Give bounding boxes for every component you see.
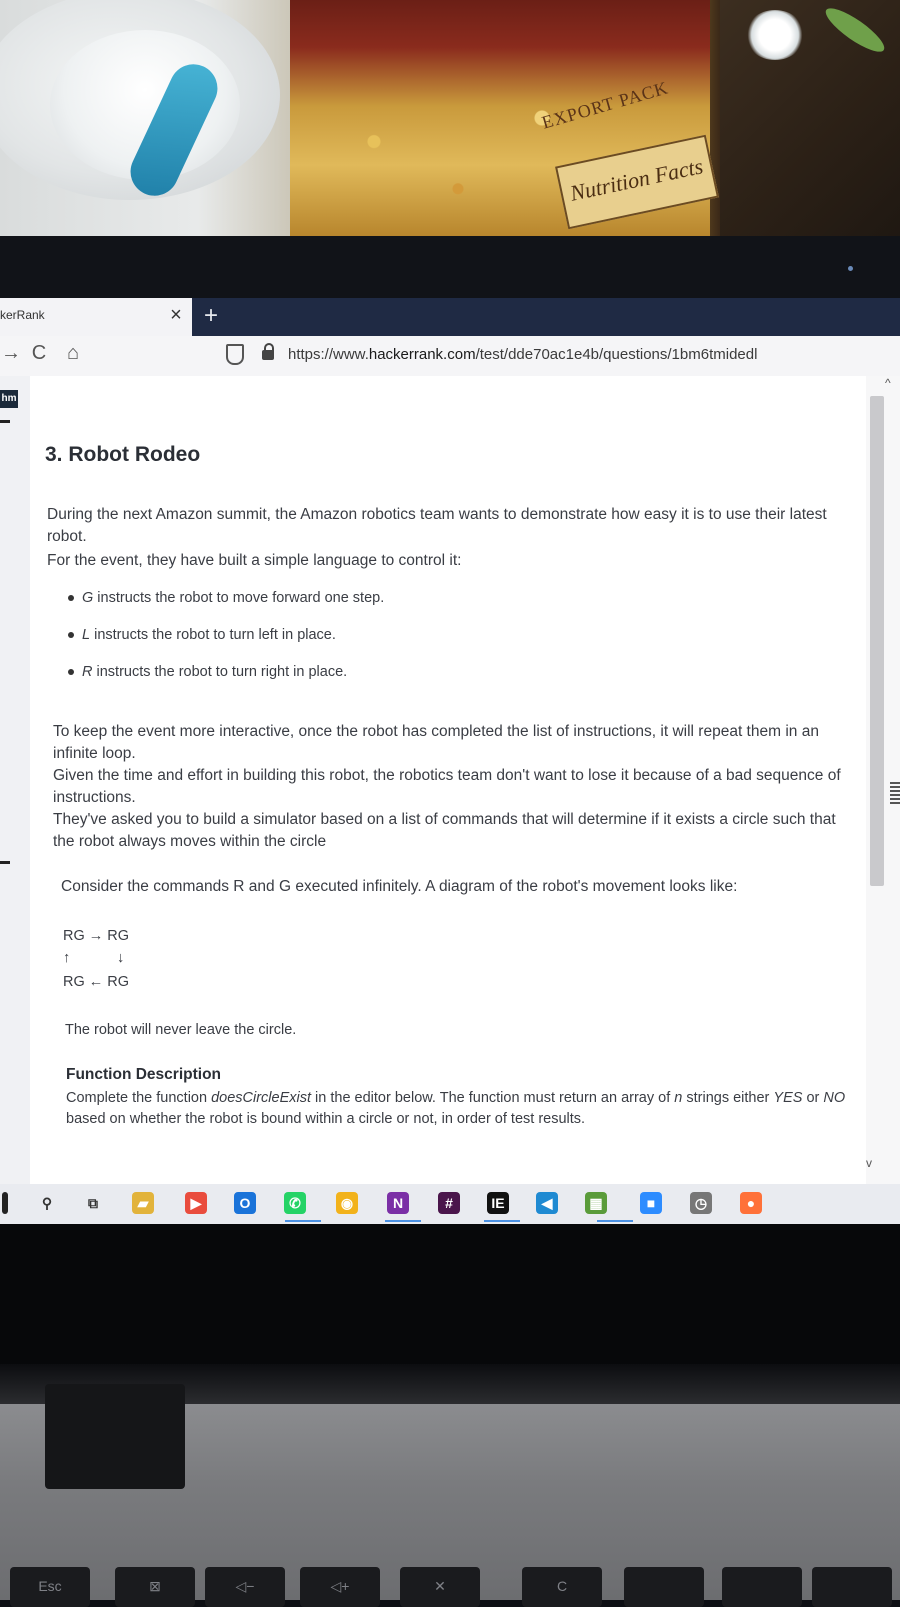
sidebar-marker	[0, 861, 10, 864]
intellij-icon[interactable]: IE	[487, 1192, 509, 1214]
keyboard-key: ◁−	[205, 1567, 285, 1607]
background-photo: EXPORT PACK Nutrition Facts	[0, 0, 900, 236]
keyboard-key: ⊠	[115, 1567, 195, 1607]
question-content: 3. Robot Rodeo During the next Amazon su…	[30, 376, 866, 1184]
diagram-up-arrow: ↑	[63, 950, 71, 966]
keyboard-key	[624, 1567, 704, 1607]
tab-hackerrank[interactable]: kerRank ×	[0, 298, 192, 336]
intro-paragraph-2: For the event, they have built a simple …	[47, 552, 462, 569]
forward-icon[interactable]: →	[0, 342, 22, 365]
loop-paragraph: To keep the event more interactive, once…	[53, 723, 819, 762]
vscode-icon[interactable]: ◀	[536, 1192, 558, 1214]
bullet-r: R instructs the robot to turn right in p…	[68, 664, 347, 680]
navigation-bar: → C ⌂ https://www.hackerrank.com/test/dd…	[0, 336, 900, 377]
windows-taskbar: ⚲ ⧉ ▰ ▶ O ✆ ◉ N # IE ◀ ▦ ■ ◷ ●	[0, 1184, 900, 1224]
scroll-down-icon[interactable]: v	[866, 1156, 872, 1170]
minecraft-icon[interactable]: ▦	[585, 1192, 607, 1214]
clock-icon[interactable]: ◷	[690, 1192, 712, 1214]
url-domain: hackerrank.com	[368, 346, 476, 363]
tracking-protection-icon[interactable]	[226, 344, 244, 365]
example-line: Consider the commands R and G executed i…	[61, 878, 738, 895]
zoom-icon[interactable]: ■	[640, 1192, 662, 1214]
keyboard-key	[812, 1567, 892, 1607]
outlook-icon[interactable]: O	[234, 1192, 256, 1214]
function-description-heading: Function Description	[66, 1066, 221, 1083]
start-icon[interactable]	[2, 1192, 8, 1214]
task-view-icon[interactable]: ⧉	[82, 1192, 104, 1214]
url-prefix: https://www.	[288, 346, 369, 363]
media-player-icon[interactable]: ▶	[185, 1192, 207, 1214]
keyboard-key: C	[522, 1567, 602, 1607]
question-title: 3. Robot Rodeo	[45, 443, 201, 466]
monitor-bezel-top	[0, 236, 900, 298]
close-tab-icon[interactable]: ×	[166, 304, 186, 327]
search-icon[interactable]: ⚲	[36, 1192, 58, 1214]
left-sidebar: hm	[0, 376, 31, 1184]
conclusion-text: The robot will never leave the circle.	[65, 1022, 297, 1038]
whatsapp-icon[interactable]: ✆	[284, 1192, 306, 1214]
webcam-indicator	[848, 266, 853, 271]
bullet-l: L instructs the robot to turn left in pl…	[68, 627, 336, 643]
reload-icon[interactable]: C	[28, 342, 50, 365]
lock-icon[interactable]	[262, 343, 274, 360]
sidebar-marker	[0, 420, 10, 423]
scrollbar-thumb[interactable]	[870, 396, 884, 886]
running-app-indicator	[285, 1220, 321, 1222]
slack-icon[interactable]: #	[438, 1192, 460, 1214]
url-path: /test/dde70ac1e4b/questions/1bm6tmidedl	[475, 346, 758, 363]
page-viewport: hm 3. Robot Rodeo During the next Amazon…	[0, 376, 900, 1184]
keyboard-key	[722, 1567, 802, 1607]
diagram-row-1: RG → RG	[63, 928, 130, 944]
keyboard-key: ✕	[400, 1567, 480, 1607]
hackerrank-logo[interactable]: hm	[0, 390, 18, 408]
running-app-indicator	[484, 1220, 520, 1222]
firefox-icon[interactable]: ●	[740, 1192, 762, 1214]
chrome-icon[interactable]: ◉	[336, 1192, 358, 1214]
diagram-down-arrow: ↓	[117, 950, 125, 966]
monitor-bezel-bottom	[0, 1224, 900, 1364]
running-app-indicator	[385, 1220, 421, 1222]
keyboard-key: Esc	[10, 1567, 90, 1607]
flower	[745, 10, 805, 60]
running-app-indicator	[597, 1220, 633, 1222]
intro-paragraph: During the next Amazon summit, the Amazo…	[47, 506, 827, 545]
scroll-up-icon[interactable]: ^	[885, 376, 891, 390]
bullet-g: G instructs the robot to move forward on…	[68, 590, 384, 606]
home-icon[interactable]: ⌂	[62, 342, 84, 365]
address-bar[interactable]: https://www.hackerrank.com/test/dde70ac1…	[288, 346, 757, 363]
resize-handle[interactable]	[890, 782, 900, 804]
task-paragraph: They've asked you to build a simulator b…	[53, 811, 836, 850]
diagram-row-3: RG ← RG	[63, 974, 130, 990]
onenote-icon[interactable]: N	[387, 1192, 409, 1214]
tab-title: kerRank	[0, 308, 45, 322]
webcam-cover	[45, 1384, 185, 1489]
function-description: Complete the function doesCircleExist in…	[66, 1090, 846, 1127]
new-tab-button[interactable]: +	[200, 302, 222, 330]
file-explorer-icon[interactable]: ▰	[132, 1192, 154, 1214]
risk-paragraph: Given the time and effort in building th…	[53, 767, 841, 806]
keyboard-key: ◁+	[300, 1567, 380, 1607]
